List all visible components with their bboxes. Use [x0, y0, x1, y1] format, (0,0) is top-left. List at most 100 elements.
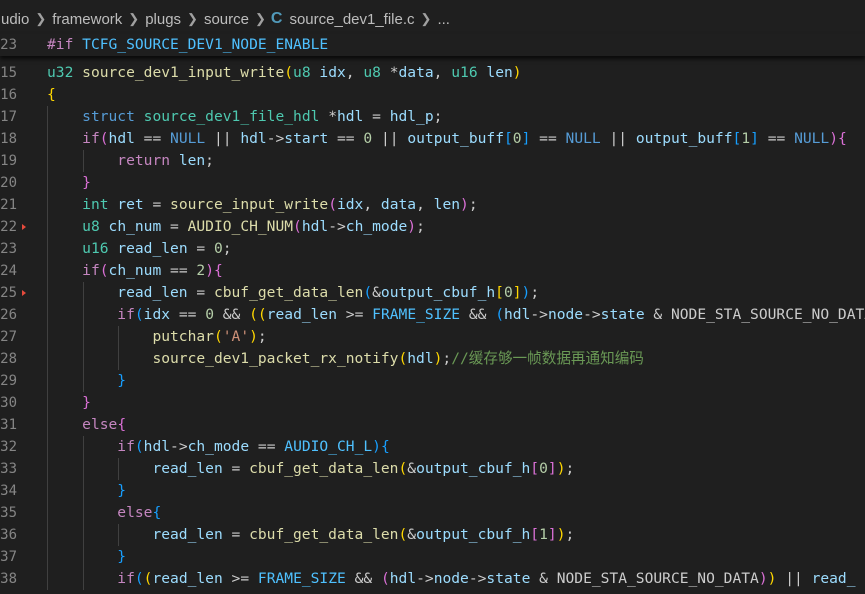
code-line[interactable]: 15 u32 source_dev1_input_write(u8 idx, u8…	[0, 62, 865, 84]
code-token: output_cbuf_h	[416, 526, 531, 543]
code-line[interactable]: 36 read_len = cbuf_get_data_len(&output_…	[0, 524, 865, 546]
code-line[interactable]: 21 int ret = source_input_write(idx, dat…	[0, 194, 865, 216]
code-token: start	[284, 130, 329, 147]
breadcrumb-item-framework[interactable]: framework	[51, 11, 123, 28]
code-text: if(hdl->ch_mode == AUDIO_CH_L){	[47, 436, 390, 458]
code-token: hdl	[336, 108, 364, 125]
code-line[interactable]: 22 u8 ch_num = AUDIO_CH_NUM(hdl->ch_mode…	[0, 216, 865, 238]
code-token: u16	[451, 64, 478, 81]
code-line[interactable]: 26 if(idx == 0 && ((read_len >= FRAME_SI…	[0, 304, 865, 326]
breadcrumb-item-source[interactable]: source	[203, 11, 250, 28]
code-line[interactable]: 31 else{	[0, 414, 865, 436]
code-line[interactable]: 18 if(hdl == NULL || hdl->start == 0 || …	[0, 128, 865, 150]
code-token: idx	[319, 64, 346, 81]
line-number: 31	[0, 417, 17, 433]
code-line[interactable]: 17 struct source_dev1_file_hdl *hdl = hd…	[0, 106, 865, 128]
code-line[interactable]: 20 }	[0, 172, 865, 194]
code-token: output_cbuf_h	[416, 460, 531, 477]
c-file-icon: C	[270, 10, 283, 27]
code-token: ==	[161, 262, 197, 279]
code-line[interactable]: 30 }	[0, 392, 865, 414]
code-token: 0	[363, 130, 373, 147]
code-text: if((read_len >= FRAME_SIZE && (hdl->node…	[47, 568, 855, 590]
code-line[interactable]: 33 read_len = cbuf_get_data_len(&output_…	[0, 458, 865, 480]
code-token: (	[380, 570, 390, 587]
code-token: ==	[758, 130, 795, 147]
sticky-scroll-line[interactable]: 23 #if TCFG_SOURCE_DEV1_NODE_ENABLE	[0, 34, 865, 56]
folding-marker-icon[interactable]	[22, 224, 26, 230]
code-text: else{	[47, 414, 126, 436]
code-token: &	[372, 284, 381, 301]
code-text: read_len = cbuf_get_data_len(&output_cbu…	[47, 282, 539, 304]
code-token: (	[134, 306, 144, 323]
line-number: 18	[0, 131, 17, 147]
code-token: struct	[82, 108, 135, 125]
code-token: ;	[565, 526, 575, 543]
breadcrumb-item-udio[interactable]: udio	[0, 11, 30, 28]
code-token: ;	[257, 328, 267, 345]
code-token: }	[117, 482, 127, 499]
code-token: )	[205, 262, 214, 279]
code-token: &	[407, 460, 417, 477]
code-line[interactable]: 19 return len;	[0, 150, 865, 172]
code-line[interactable]: 25 read_len = cbuf_get_data_len(&output_…	[0, 282, 865, 304]
code-token: =	[222, 460, 250, 477]
code-token: //缓存够一帧数据再通知编码	[451, 350, 644, 367]
code-token: hdl_p	[389, 108, 434, 125]
code-line[interactable]: 28 source_dev1_packet_rx_notify(hdl);//缓…	[0, 348, 865, 370]
code-token: (	[398, 350, 408, 367]
code-token: [	[504, 130, 513, 147]
line-number: 32	[0, 439, 17, 455]
code-token: ->	[468, 570, 487, 587]
folding-marker-icon[interactable]	[22, 290, 26, 296]
code-line[interactable]: 32 if(hdl->ch_mode == AUDIO_CH_L){	[0, 436, 865, 458]
line-number: 28	[0, 351, 17, 367]
code-token: len	[178, 152, 206, 169]
code-token: (	[134, 438, 144, 455]
code-line[interactable]: 38 if((read_len >= FRAME_SIZE && (hdl->n…	[0, 568, 865, 590]
code-token: ;	[205, 152, 214, 169]
code-token: #if	[47, 36, 74, 53]
code-line[interactable]: 29 }	[0, 370, 865, 392]
code-line[interactable]: 34 }	[0, 480, 865, 502]
code-text: u8 ch_num = AUDIO_CH_NUM(hdl->ch_mode);	[47, 216, 425, 238]
code-line[interactable]: 23 u16 read_len = 0;	[0, 238, 865, 260]
code-line[interactable]: 16 {	[0, 84, 865, 106]
code-token: &	[407, 526, 417, 543]
breadcrumb-item-plugs[interactable]: plugs	[144, 11, 182, 28]
code-editor[interactable]: 23 #if TCFG_SOURCE_DEV1_NODE_ENABLE 15 u32 …	[0, 30, 865, 594]
code-token: hdl	[389, 570, 417, 587]
code-token: state	[486, 570, 531, 587]
code-token: ch_mode	[187, 438, 250, 455]
code-line[interactable]: 35 else{	[0, 502, 865, 524]
code-token: cbuf_get_data_len	[213, 284, 364, 301]
line-number: 15	[0, 65, 17, 81]
code-token: (	[99, 262, 109, 279]
breadcrumb-file-name[interactable]: source_dev1_file.c	[288, 11, 415, 28]
code-token: (	[293, 218, 302, 235]
code-token: ]	[512, 284, 522, 301]
code-token: ch_mode	[345, 218, 408, 235]
code-token: output_buff	[635, 130, 733, 147]
code-token: 'A'	[222, 328, 250, 345]
code-token: FRAME_SIZE	[257, 570, 346, 587]
code-line[interactable]: 37 }	[0, 546, 865, 568]
code-token: if	[117, 570, 135, 587]
code-token: ->	[583, 306, 601, 323]
breadcrumb-ellipsis[interactable]: ...	[436, 11, 451, 28]
code-line[interactable]: 27 putchar('A');	[0, 326, 865, 348]
code-token: {	[380, 438, 390, 455]
code-text: source_dev1_packet_rx_notify(hdl);//缓存够一…	[47, 348, 644, 370]
code-token: ->	[530, 306, 548, 323]
code-token: &&	[460, 306, 496, 323]
code-token: }	[117, 372, 127, 389]
code-token: 0	[503, 284, 513, 301]
code-token: if	[117, 306, 135, 323]
code-line[interactable]: 24 if(ch_num == 2){	[0, 260, 865, 282]
